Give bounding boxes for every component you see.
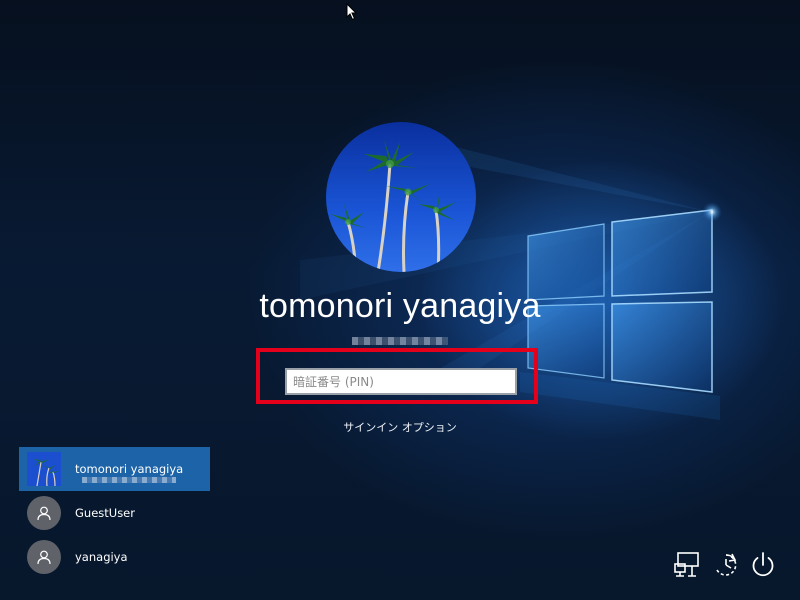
user-avatar-large [326,122,476,272]
ease-of-access-icon[interactable] [711,550,741,580]
user-list-item-guestuser[interactable]: GuestUser [19,491,210,535]
user-list-item-label: yanagiya [75,550,128,564]
palm-tree-photo-icon [27,452,61,486]
user-list-item-tomonori-yanagiya[interactable]: tomonori yanagiya [19,447,210,491]
signin-options-link[interactable]: サインイン オプション [0,419,800,435]
user-email-blurred [82,477,176,483]
mouse-cursor-icon [346,3,358,21]
pin-input[interactable] [285,368,517,395]
network-icon[interactable] [672,550,702,580]
palm-tree-photo-icon [326,122,476,272]
person-icon [27,496,61,530]
user-list-item-label: tomonori yanagiya [75,462,184,476]
user-email-blurred [352,337,448,345]
person-icon [27,540,61,574]
user-list-item-yanagiya[interactable]: yanagiya [19,535,210,579]
user-list-item-label: GuestUser [75,506,135,520]
power-icon[interactable] [748,550,778,580]
lock-screen: tomonori yanagiya サインイン オプション tomonori y… [0,0,800,600]
user-name-heading: tomonori yanagiya [259,287,541,325]
